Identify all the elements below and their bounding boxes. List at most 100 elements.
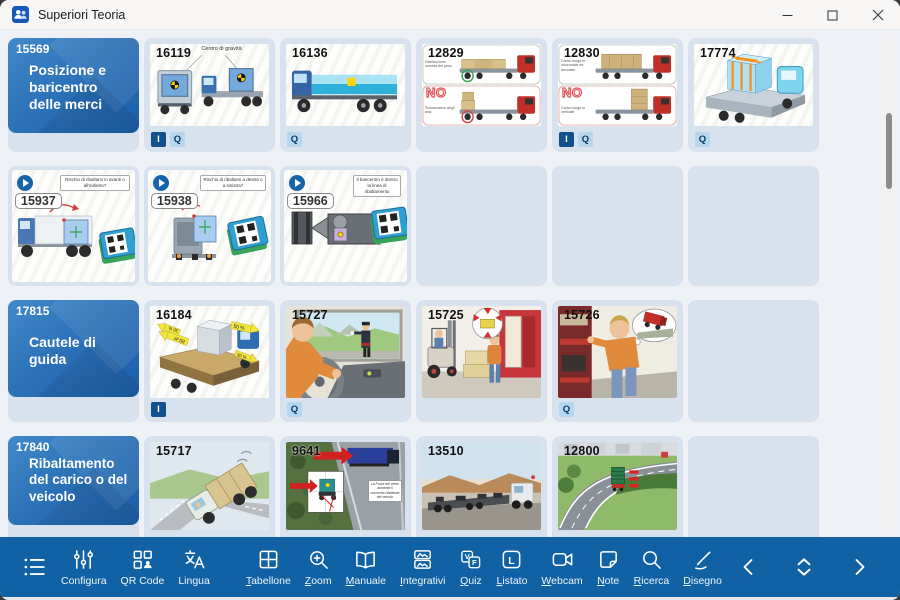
secure-load-inset <box>473 308 503 339</box>
list-button[interactable] <box>14 537 54 597</box>
expand-collapse-button[interactable] <box>783 554 825 580</box>
exit-button[interactable] <box>893 553 900 581</box>
listato-button[interactable]: L Listato <box>489 537 534 597</box>
integrative-badge: I <box>151 402 166 417</box>
empty-cell <box>552 166 683 286</box>
card-15569[interactable]: 15569 Posizione e baricentro delle merci <box>8 38 139 152</box>
card-15727[interactable]: 15727 <box>280 300 411 422</box>
play-icon <box>289 175 305 191</box>
card-17840[interactable]: 17840 Ribaltamento del carico o del veic… <box>8 436 139 537</box>
empty-cell <box>688 300 819 422</box>
card-image: 16119 Centro di gravità <box>150 44 269 126</box>
lingua-button[interactable]: Lingua <box>171 537 217 597</box>
tabellone-button[interactable]: Tabellone <box>239 537 298 597</box>
manuale-button[interactable]: Manuale <box>339 537 393 597</box>
minimize-button[interactable] <box>765 0 810 30</box>
panel-label-bottom: Sovraccarico degli assi <box>425 106 457 115</box>
toolbar-label: Tabellone <box>246 575 291 587</box>
card-badges: I Q <box>151 132 185 147</box>
section-card: 17815 Cautele di guida <box>8 300 139 397</box>
video-number: 15938 <box>151 193 198 209</box>
configura-button[interactable]: Configura <box>54 537 114 597</box>
card-12830[interactable]: 12830 Carico lungo in orizzontale ed anc… <box>552 38 683 152</box>
toolbar-separator <box>217 537 239 597</box>
maximize-icon <box>827 10 838 21</box>
qr-code-button[interactable]: QR Code <box>114 537 172 597</box>
card-badges: I Q <box>559 132 593 147</box>
toolbar-label: Configura <box>61 575 107 587</box>
card-badges: Q <box>287 402 302 417</box>
card-badges: Q <box>559 402 574 417</box>
card-badges: Q <box>695 132 710 147</box>
toolbar-label: Webcam <box>541 575 582 587</box>
minimize-icon <box>782 10 793 21</box>
card-15938[interactable]: 15938 Rischio di ribaltarsi a destra o a… <box>144 166 275 286</box>
card-number: 13510 <box>428 444 464 458</box>
card-15726[interactable]: 15726 <box>552 300 683 422</box>
card-number: 12829 <box>428 46 464 60</box>
card-16119[interactable]: 16119 Centro di gravità <box>144 38 275 152</box>
section-title: Cautele di guida <box>29 334 133 368</box>
quiz-badge: Q <box>170 132 185 147</box>
note-button[interactable]: Note <box>590 537 627 597</box>
maximize-button[interactable] <box>810 0 855 30</box>
section-title: Ribaltamento del carico o del veicolo <box>29 456 133 505</box>
video-number: 15966 <box>287 193 334 209</box>
grid-row: 15937 Rischio di ribaltarsi in avanti o … <box>8 166 819 286</box>
card-16136[interactable]: 16136 Q <box>280 38 411 152</box>
play-icon <box>153 175 169 191</box>
card-13510[interactable]: 13510 <box>416 436 547 537</box>
ricerca-button[interactable]: Ricerca <box>627 537 677 597</box>
card-12800[interactable]: 12800 <box>552 436 683 537</box>
no-label: NO <box>426 85 447 100</box>
integrative-badge: I <box>559 132 574 147</box>
zoom-button[interactable]: Zoom <box>298 537 339 597</box>
empty-cell <box>688 166 819 286</box>
toolbar-label: Note <box>597 575 619 587</box>
card-number: 15725 <box>428 308 464 322</box>
card-badges: Q <box>287 132 302 147</box>
prev-button[interactable] <box>729 555 769 579</box>
app-icon <box>12 6 29 23</box>
no-label: NO <box>562 85 583 100</box>
scrollbar-thumb[interactable] <box>886 113 892 189</box>
card-number: 16136 <box>292 46 328 60</box>
card-image: 13510 <box>422 442 541 530</box>
card-image: 17774 <box>694 44 813 126</box>
card-15966[interactable]: 15966 Il baricentro è dentro la linea di… <box>280 166 411 286</box>
next-button[interactable] <box>839 555 879 579</box>
card-image: 12829 Distribuzione corretta del peso So… <box>422 44 541 126</box>
integrativi-button[interactable]: Integrativi <box>393 537 453 597</box>
card-17815[interactable]: 17815 Cautele di guida <box>8 300 139 422</box>
panel-label-top: Distribuzione corretta del peso <box>425 60 457 69</box>
card-9641[interactable]: 9641 La Forza del vento aumenta il momen… <box>280 436 411 537</box>
card-number: 12830 <box>564 46 600 60</box>
close-button[interactable] <box>855 0 900 30</box>
chevron-left-icon <box>737 555 761 579</box>
card-15717[interactable]: 15717 <box>144 436 275 537</box>
card-number: 17840 <box>16 440 49 454</box>
video-frame: 15937 Rischio di ribaltarsi in avanti o … <box>12 170 135 282</box>
quiz-badge: Q <box>578 132 593 147</box>
camera-icon <box>551 548 574 571</box>
book-icon <box>354 548 377 571</box>
card-17774[interactable]: 17774 Q <box>688 38 819 152</box>
card-16184[interactable]: 16184 50 % <box>144 300 275 422</box>
video-caption: Rischio di ribaltarsi a destra o a sinis… <box>200 175 266 191</box>
grid-row: 17840 Ribaltamento del carico o del veic… <box>8 436 819 537</box>
content-grid: 15569 Posizione e baricentro delle merci… <box>0 30 900 537</box>
card-image: 9641 La Forza del vento aumenta il momen… <box>286 442 405 530</box>
card-12829[interactable]: 12829 Distribuzione corretta del peso So… <box>416 38 547 152</box>
quiz-button[interactable]: V F Quiz <box>452 537 489 597</box>
card-number: 15727 <box>292 308 328 322</box>
toolbar-label: Integrativi <box>400 575 446 587</box>
card-15937[interactable]: 15937 Rischio di ribaltarsi in avanti o … <box>8 166 139 286</box>
webcam-button[interactable]: Webcam <box>534 537 589 597</box>
scrollbar[interactable] <box>883 33 895 534</box>
disegno-button[interactable]: Disegno <box>676 537 729 597</box>
toolbar-label: Quiz <box>460 575 482 587</box>
card-number: 17815 <box>16 304 49 318</box>
card-number: 16119 <box>156 46 191 60</box>
play-icon <box>17 175 33 191</box>
card-15725[interactable]: 15725 <box>416 300 547 422</box>
